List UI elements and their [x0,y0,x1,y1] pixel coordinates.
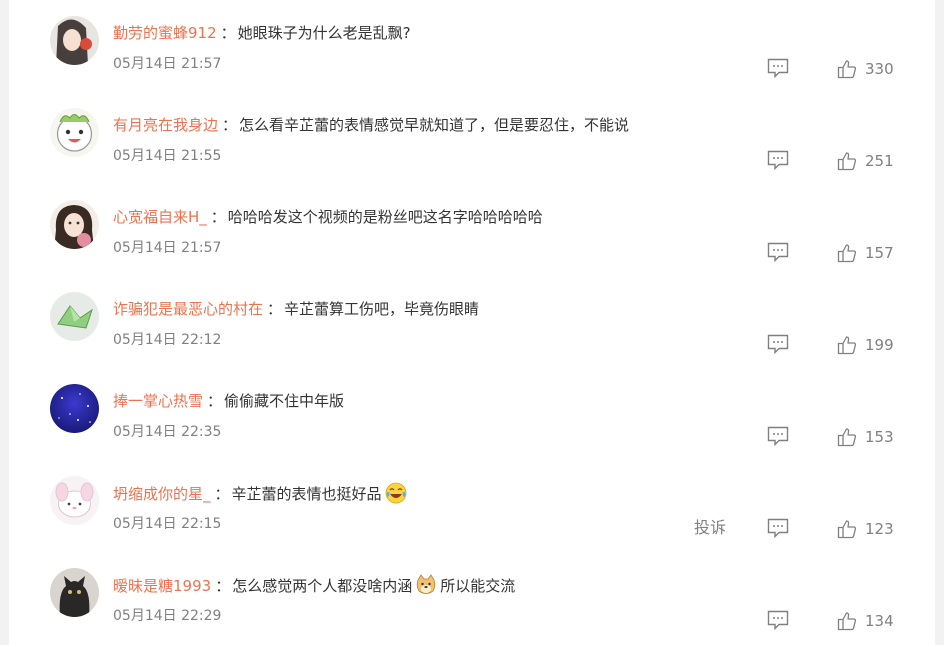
username-link[interactable]: 心宽福自来H_ [113,208,207,226]
reply-icon[interactable] [767,242,789,262]
like-button[interactable]: 153 [837,426,894,448]
comment-line: 暧昧是糖1993：怎么感觉两个人都没啥内涵 所以能交流 [113,574,515,597]
thumbs-up-icon [837,244,857,263]
reply-icon[interactable] [767,150,789,170]
reply-icon[interactable] [767,334,789,354]
username-link[interactable]: 有月亮在我身边 [113,116,218,134]
comment-item: 勤劳的蜜蜂912：她眼珠子为什么老是乱飘? 05月14日 21:57 330 [9,0,935,92]
separator: ： [210,208,226,226]
reply-icon[interactable] [767,426,789,446]
comment-line: 勤劳的蜜蜂912：她眼珠子为什么老是乱飘? [113,22,411,44]
like-count: 251 [865,152,894,170]
separator: ： [222,116,238,134]
like-button[interactable]: 123 [837,518,894,540]
avatar[interactable] [50,16,99,65]
like-count: 199 [865,336,894,354]
username-link[interactable]: 坍缩成你的星_ [113,485,211,503]
username-link[interactable]: 勤劳的蜜蜂912 [113,24,217,42]
thumbs-up-icon [837,520,857,539]
doge-emoji-icon [417,574,436,594]
like-button[interactable]: 330 [837,58,894,80]
comment-line: 有月亮在我身边：怎么看辛芷蕾的表情感觉早就知道了，但是要忍住，不能说 [113,114,629,136]
comment-line: 坍缩成你的星_：辛芷蕾的表情也挺好品 [113,482,410,505]
reply-icon[interactable] [767,610,789,630]
username-link[interactable]: 暧昧是糖1993 [113,577,211,595]
comment-item: 捧一掌心热雪：偷偷藏不住中年版 05月14日 22:35 153 [9,368,935,460]
comment-item: 坍缩成你的星_：辛芷蕾的表情也挺好品 05月14日 22:15 投诉 123 [9,460,935,552]
reply-icon[interactable] [767,518,789,538]
comment-text: 辛芷蕾的表情也挺好品 [231,485,382,503]
thumbs-up-icon [837,336,857,355]
comment-item: 心宽福自来H_：哈哈哈发这个视频的是粉丝吧这名字哈哈哈哈哈 05月14日 21:… [9,184,935,276]
comment-text: 偷偷藏不住中年版 [224,392,345,410]
comment-item: 诈骗犯是最恶心的村在：辛芷蕾算工伤吧，毕竟伤眼睛 05月14日 22:12 19… [9,276,935,368]
comment-time: 05月14日 21:57 [113,56,222,72]
separator: ： [220,24,236,42]
reply-icon[interactable] [767,58,789,78]
comment-item: 有月亮在我身边：怎么看辛芷蕾的表情感觉早就知道了，但是要忍住，不能说 05月14… [9,92,935,184]
like-count: 153 [865,428,894,446]
laugh-cry-emoji-icon [385,482,406,504]
avatar[interactable] [50,200,99,249]
username-link[interactable]: 捧一掌心热雪 [113,392,203,410]
like-count: 157 [865,244,894,262]
comment-text-continued: 所以能交流 [440,577,516,595]
like-count: 123 [865,520,894,538]
avatar[interactable] [50,384,99,433]
separator: ： [207,392,223,410]
avatar[interactable] [50,476,99,525]
like-button[interactable]: 251 [837,150,894,172]
comment-time: 05月14日 22:15 [113,516,222,532]
comment-time: 05月14日 21:55 [113,148,222,164]
comment-time: 05月14日 22:12 [113,332,222,348]
comment-line: 心宽福自来H_：哈哈哈发这个视频的是粉丝吧这名字哈哈哈哈哈 [113,206,543,228]
comment-time: 05月14日 21:57 [113,240,222,256]
comment-list: 勤劳的蜜蜂912：她眼珠子为什么老是乱飘? 05月14日 21:57 330 有… [9,0,935,645]
username-link[interactable]: 诈骗犯是最恶心的村在 [113,300,263,318]
separator: ： [214,485,230,503]
comment-text: 她眼珠子为什么老是乱飘? [237,24,411,42]
comment-text: 辛芷蕾算工伤吧，毕竟伤眼睛 [284,300,480,318]
report-button[interactable]: 投诉 [694,518,726,538]
avatar[interactable] [50,108,99,157]
avatar[interactable] [50,568,99,617]
comment-time: 05月14日 22:35 [113,424,222,440]
like-button[interactable]: 134 [837,610,894,632]
like-count: 134 [865,612,894,630]
comment-line: 捧一掌心热雪：偷偷藏不住中年版 [113,390,344,412]
separator: ： [267,300,283,318]
separator: ： [215,577,231,595]
like-count: 330 [865,60,894,78]
thumbs-up-icon [837,612,857,631]
thumbs-up-icon [837,60,857,79]
avatar[interactable] [50,292,99,341]
comment-text: 怎么看辛芷蕾的表情感觉早就知道了，但是要忍住，不能说 [239,116,630,134]
comment-time: 05月14日 22:29 [113,608,222,624]
thumbs-up-icon [837,428,857,447]
thumbs-up-icon [837,152,857,171]
like-button[interactable]: 199 [837,334,894,356]
comment-text: 哈哈哈发这个视频的是粉丝吧这名字哈哈哈哈哈 [227,208,543,226]
comment-line: 诈骗犯是最恶心的村在：辛芷蕾算工伤吧，毕竟伤眼睛 [113,298,479,320]
comment-item: 暧昧是糖1993：怎么感觉两个人都没啥内涵 所以能交流 05月14日 22:29 … [9,552,935,644]
comment-text: 怎么感觉两个人都没啥内涵 [232,577,413,595]
like-button[interactable]: 157 [837,242,894,264]
